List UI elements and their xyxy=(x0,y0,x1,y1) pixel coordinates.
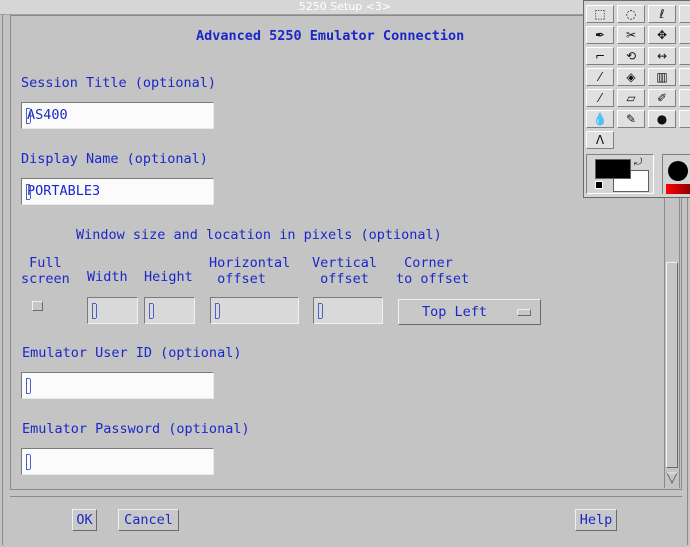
color-picker-icon[interactable]: ⁄ xyxy=(586,68,614,86)
cancel-button[interactable]: Cancel xyxy=(118,509,179,531)
text-icon[interactable] xyxy=(679,47,690,65)
dodge-icon[interactable] xyxy=(679,110,690,128)
text-cursor-icon xyxy=(215,303,220,319)
height-label: Height xyxy=(144,269,193,285)
transform-icon[interactable]: ⟲ xyxy=(617,47,645,65)
window-title: 5250 Setup <3> xyxy=(298,0,392,13)
default-colors-icon[interactable] xyxy=(595,181,603,189)
ok-label: OK xyxy=(76,512,93,528)
swap-colors-icon[interactable]: ⤾ xyxy=(634,157,646,169)
lasso-icon[interactable]: ℓ xyxy=(648,5,676,23)
password-input[interactable] xyxy=(21,448,214,475)
user-id-input[interactable] xyxy=(21,372,214,399)
scroll-down-arrow-icon[interactable] xyxy=(666,471,678,485)
rect-select-icon[interactable]: ⬚ xyxy=(586,5,614,23)
horizontal-offset-input[interactable] xyxy=(210,297,299,324)
paths-icon[interactable]: ✒ xyxy=(586,26,614,44)
text-cursor-icon xyxy=(26,454,31,470)
brush-pattern-area[interactable] xyxy=(662,154,690,194)
session-title-value: AS400 xyxy=(27,107,68,123)
horizontal-offset-label: Horizontal offset xyxy=(209,255,291,287)
color-area[interactable]: ⤾ xyxy=(586,154,654,194)
scissors-icon[interactable]: ✂ xyxy=(617,26,645,44)
ok-button[interactable]: OK xyxy=(72,509,97,531)
text-cursor-icon xyxy=(26,378,31,394)
cancel-label: Cancel xyxy=(124,512,173,528)
help-label: Help xyxy=(579,512,613,528)
crop-icon[interactable]: ⌐ xyxy=(586,47,614,65)
gradient-icon[interactable]: ▥ xyxy=(648,68,676,86)
height-input[interactable] xyxy=(144,297,195,324)
pencil-icon[interactable] xyxy=(679,68,690,86)
text-cursor-icon xyxy=(318,303,323,319)
corner-to-offset-label: Corner to offset xyxy=(396,255,470,287)
flip-icon[interactable]: ↔ xyxy=(648,47,676,65)
user-id-label: Emulator User ID (optional) xyxy=(22,345,242,361)
toolbox-window[interactable]: ⬚ ◌ ℓ ✒ ✂ ✥ ⌐ ⟲ ↔ ⁄ ◈ ▥ ⁄ ▱ ✐ 💧 ✎ ● Ʌ ⤾ xyxy=(583,0,690,198)
scrollbar-thumb[interactable] xyxy=(666,262,678,468)
full-screen-label: Full screen xyxy=(21,255,70,287)
width-label: Width xyxy=(87,269,128,285)
move-icon[interactable]: ✥ xyxy=(648,26,676,44)
corner-offset-value: Top Left xyxy=(422,304,488,320)
vertical-offset-input[interactable] xyxy=(313,297,383,324)
option-menu-icon xyxy=(517,309,531,316)
button-bar-divider xyxy=(10,496,682,497)
zoom-icon[interactable] xyxy=(679,26,690,44)
display-name-label: Display Name (optional) xyxy=(21,151,208,167)
display-name-value: PORTABLE3 xyxy=(27,183,101,199)
window-size-heading: Window size and location in pixels (opti… xyxy=(76,227,442,243)
dialog-heading: Advanced 5250 Emulator Connection xyxy=(196,28,465,44)
text-cursor-icon xyxy=(26,108,31,124)
brush-icon[interactable] xyxy=(668,161,688,181)
help-button[interactable]: Help xyxy=(575,509,617,531)
eraser-icon[interactable]: ▱ xyxy=(617,89,645,107)
width-input[interactable] xyxy=(87,297,138,324)
smudge-icon[interactable]: 💧 xyxy=(586,110,614,128)
bucket-fill-icon[interactable]: ◈ xyxy=(617,68,645,86)
password-label: Emulator Password (optional) xyxy=(22,421,250,437)
ellipse-select-icon[interactable]: ◌ xyxy=(617,5,645,23)
vertical-offset-label: Vertical offset xyxy=(312,255,378,287)
text-cursor-icon xyxy=(149,303,154,319)
display-name-input[interactable]: PORTABLE3 xyxy=(21,178,214,205)
measure-icon[interactable]: Ʌ xyxy=(586,131,614,149)
corner-offset-select[interactable]: Top Left xyxy=(398,299,541,325)
airbrush-icon[interactable]: ✐ xyxy=(648,89,676,107)
convolve-icon[interactable]: ● xyxy=(648,110,676,128)
text-cursor-icon xyxy=(92,303,97,319)
fuzzy-select-icon[interactable] xyxy=(679,5,690,23)
gradient-preview-icon[interactable] xyxy=(666,184,690,194)
session-title-input[interactable]: AS400 xyxy=(21,102,214,129)
full-screen-checkbox[interactable] xyxy=(32,301,43,311)
text-cursor-icon xyxy=(26,184,31,200)
clone-icon[interactable]: ✎ xyxy=(617,110,645,128)
paintbrush-icon[interactable]: ⁄ xyxy=(586,89,614,107)
session-title-label: Session Title (optional) xyxy=(21,75,217,91)
ink-icon[interactable] xyxy=(679,89,690,107)
foreground-color-swatch[interactable] xyxy=(595,159,631,179)
